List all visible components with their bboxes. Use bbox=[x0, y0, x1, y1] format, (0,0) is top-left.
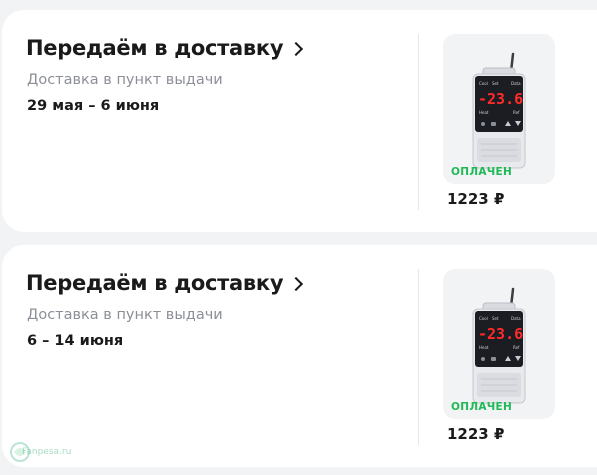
chevron-right-icon[interactable] bbox=[289, 276, 304, 291]
order-price: 1223 ₽ bbox=[447, 190, 505, 208]
divider bbox=[418, 34, 419, 210]
thermostat-image: Cool Set Data -23.6 Heat Ref bbox=[472, 52, 526, 169]
order-title[interactable]: Передаём в доставку bbox=[26, 36, 284, 60]
device-display: -23.6 bbox=[478, 90, 523, 108]
delivery-dates: 6 – 14 июня bbox=[27, 333, 124, 349]
device-label-set: Set bbox=[492, 81, 499, 86]
order-price: 1223 ₽ bbox=[447, 425, 505, 443]
watermark-text: Fanpesa.ru bbox=[22, 447, 71, 457]
payment-status-badge: ОПЛАЧЕН bbox=[451, 166, 513, 178]
order-title[interactable]: Передаём в доставку bbox=[26, 271, 284, 295]
order-card[interactable]: Передаём в доставку Доставка в пункт выд… bbox=[2, 245, 597, 467]
device-label-data: Data bbox=[511, 81, 521, 86]
device-label-data: Data bbox=[511, 316, 521, 321]
chevron-right-icon[interactable] bbox=[289, 41, 304, 56]
orders-page: Передаём в доставку Доставка в пункт выд… bbox=[0, 0, 597, 475]
device-label-cool: Cool bbox=[479, 81, 488, 86]
divider bbox=[418, 269, 419, 445]
product-thumbnail[interactable]: Cool Set Data -23.6 Heat Ref bbox=[443, 269, 555, 419]
payment-status-badge: ОПЛАЧЕН bbox=[451, 401, 513, 413]
device-label-ref: Ref bbox=[513, 110, 520, 115]
thermostat-image: Cool Set Data -23.6 Heat Ref bbox=[472, 287, 526, 404]
device-display: -23.6 bbox=[478, 325, 523, 343]
device-label-ref: Ref bbox=[513, 345, 520, 350]
delivery-type: Доставка в пункт выдачи bbox=[27, 307, 223, 323]
device-label-cool: Cool bbox=[479, 316, 488, 321]
order-title-link[interactable]: Передаём в доставку bbox=[26, 36, 304, 60]
product-thumbnail[interactable]: Cool Set Data -23.6 Heat Ref bbox=[443, 34, 555, 184]
delivery-dates: 29 мая – 6 июня bbox=[27, 98, 160, 114]
order-card[interactable]: Передаём в доставку Доставка в пункт выд… bbox=[2, 10, 597, 232]
device-label-heat: Heat bbox=[479, 345, 489, 350]
watermark-logo: Fanpesa.ru bbox=[10, 442, 71, 462]
device-label-set: Set bbox=[492, 316, 499, 321]
device-label-heat: Heat bbox=[479, 110, 489, 115]
order-title-link[interactable]: Передаём в доставку bbox=[26, 271, 304, 295]
delivery-type: Доставка в пункт выдачи bbox=[27, 72, 223, 88]
